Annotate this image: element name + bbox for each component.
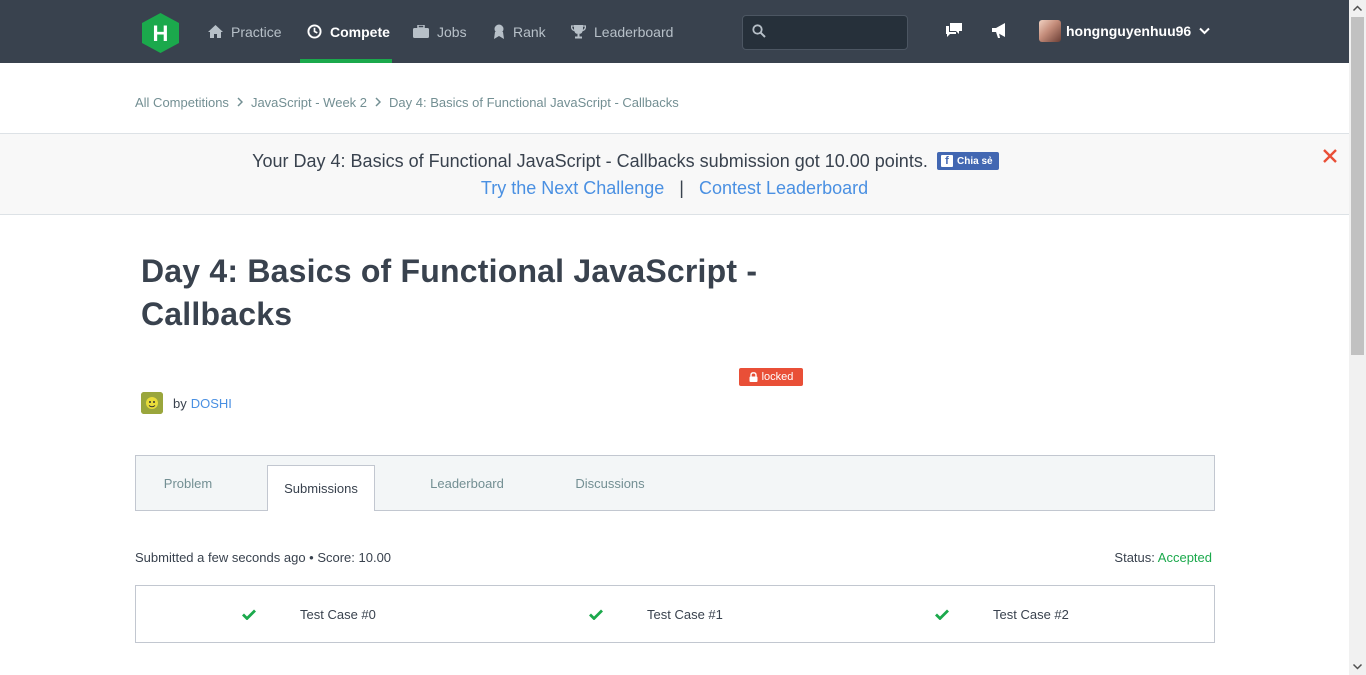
scroll-down-arrow-icon[interactable] [1349, 658, 1366, 675]
avatar [1039, 20, 1061, 42]
test-case-item[interactable]: Test Case #0 [242, 586, 376, 642]
nav-leaderboard-label: Leaderboard [594, 23, 674, 40]
vertical-scrollbar[interactable] [1349, 0, 1366, 675]
author-by-label: by [173, 395, 187, 411]
link-separator: | [679, 178, 684, 198]
tab-leaderboard-label: Leaderboard [430, 475, 504, 491]
nav-practice[interactable]: Practice [208, 0, 282, 63]
home-icon [208, 25, 223, 38]
check-icon [242, 609, 256, 620]
notification-links: Try the Next Challenge | Contest Leaderb… [0, 178, 1349, 199]
check-icon [589, 609, 603, 620]
facebook-share-label: Chia sẻ [957, 155, 993, 167]
next-challenge-link[interactable]: Try the Next Challenge [481, 178, 664, 199]
chevron-right-icon [237, 97, 243, 107]
clock-icon [307, 24, 322, 39]
author-avatar-image-icon [141, 392, 163, 414]
nav-practice-label: Practice [231, 23, 282, 40]
tab-leaderboard[interactable]: Leaderboard [416, 456, 518, 510]
rank-medal-icon [494, 24, 504, 39]
search-input[interactable] [773, 22, 901, 44]
trophy-icon [571, 25, 586, 39]
facebook-share-button[interactable]: f Chia sẻ [937, 152, 999, 170]
top-nav: H Practice Compete Jobs Rank Leaderboard… [0, 0, 1349, 63]
status-label: Status: [1114, 550, 1155, 565]
tab-submissions[interactable]: Submissions [267, 465, 375, 511]
challenge-tabs: Problem Submissions Leaderboard Discussi… [135, 455, 1215, 511]
breadcrumb-all-competitions[interactable]: All Competitions [135, 95, 229, 110]
author-avatar [141, 392, 163, 414]
breadcrumb-challenge[interactable]: Day 4: Basics of Functional JavaScript -… [389, 95, 679, 110]
locked-badge-label: locked [761, 371, 794, 383]
nav-rank-label: Rank [513, 23, 546, 40]
user-menu[interactable]: hongnguyenhuu96 [1039, 18, 1210, 44]
page: H Practice Compete Jobs Rank Leaderboard… [0, 0, 1366, 675]
search-box[interactable] [742, 15, 908, 50]
notifications-megaphone-icon[interactable] [990, 20, 1010, 40]
submission-summary: Submitted a few seconds ago • Score: 10.… [135, 550, 392, 565]
scrollbar-thumb[interactable] [1351, 17, 1364, 355]
chevron-down-icon [1199, 27, 1210, 35]
challenge-title: Day 4: Basics of Functional JavaScript -… [141, 253, 758, 332]
tab-discussions[interactable]: Discussions [561, 456, 659, 510]
messages-icon[interactable] [944, 20, 964, 40]
nav-rank[interactable]: Rank [493, 0, 546, 63]
chevron-right-icon [375, 97, 382, 107]
author-line: by DOSHI [141, 392, 232, 414]
tab-problem-label: Problem [163, 475, 213, 491]
test-case-label: Test Case #0 [300, 606, 376, 622]
status-value: Accepted [1157, 550, 1212, 565]
search-icon [752, 24, 766, 38]
svg-text:H: H [153, 21, 169, 46]
notification-message: Your Day 4: Basics of Functional JavaScr… [252, 151, 928, 171]
tab-submissions-label: Submissions [284, 481, 358, 496]
submission-status: Status: Accepted [1000, 550, 1212, 565]
test-case-item[interactable]: Test Case #2 [935, 586, 1069, 642]
test-case-list: Test Case #0 Test Case #1 Test Case #2 [135, 585, 1215, 643]
breadcrumb: All Competitions JavaScript - Week 2 Day… [135, 93, 679, 111]
nav-leaderboard[interactable]: Leaderboard [571, 0, 673, 63]
scroll-up-arrow-icon[interactable] [1349, 0, 1366, 17]
nav-compete-label: Compete [330, 23, 390, 40]
username: hongnguyenhuu96 [1066, 23, 1192, 39]
check-icon [935, 609, 949, 620]
test-case-item[interactable]: Test Case #1 [589, 586, 723, 642]
tab-problem[interactable]: Problem [136, 456, 240, 510]
nav-compete[interactable]: Compete [300, 0, 392, 63]
briefcase-icon [413, 25, 429, 38]
submission-notification: Your Day 4: Basics of Functional JavaScr… [0, 134, 1349, 215]
facebook-icon: f [941, 155, 953, 167]
breadcrumb-week[interactable]: JavaScript - Week 2 [251, 95, 367, 110]
test-case-label: Test Case #2 [993, 606, 1069, 622]
nav-jobs-label: Jobs [437, 23, 467, 40]
hackerrank-logo-icon[interactable]: H [142, 13, 179, 53]
author-link[interactable]: DOSHI [191, 396, 232, 411]
locked-badge: locked [739, 368, 803, 386]
test-case-label: Test Case #1 [647, 606, 723, 622]
close-icon[interactable] [1321, 147, 1339, 165]
tab-discussions-label: Discussions [575, 475, 645, 491]
nav-jobs[interactable]: Jobs [413, 0, 467, 63]
lock-icon [749, 372, 758, 382]
contest-leaderboard-link[interactable]: Contest Leaderboard [699, 178, 868, 199]
